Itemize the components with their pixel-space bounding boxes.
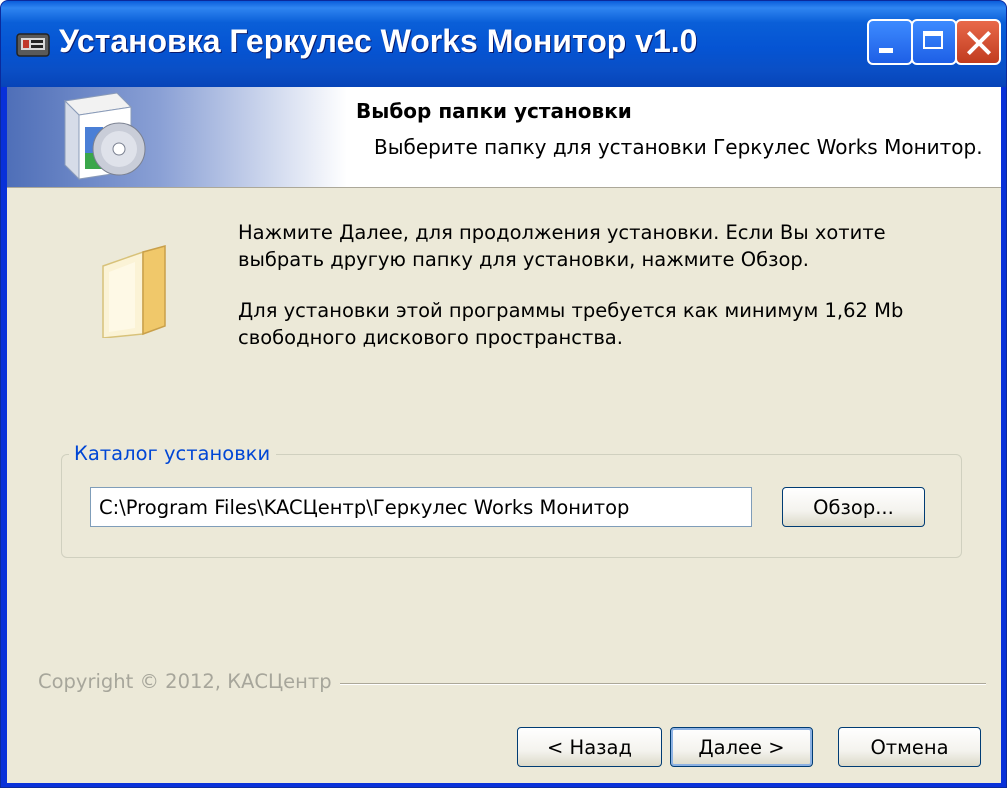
installer-window: Установка Геркулес Works Монитор v1.0 Вы…	[0, 0, 1007, 788]
close-button[interactable]	[955, 19, 1001, 65]
wizard-page: Нажмите Далее, для продолжения установки…	[7, 188, 1001, 783]
dialog-client-area: Выбор папки установки Выберите папку для…	[7, 87, 1001, 783]
installer-app-icon	[16, 33, 50, 57]
install-dir-input[interactable]	[90, 487, 752, 527]
software-box-icon	[63, 92, 146, 181]
folder-icon	[102, 245, 166, 338]
window-title: Установка Геркулес Works Монитор v1.0	[59, 23, 698, 59]
header-subtitle: Выберите папку для установки Геркулес Wo…	[374, 135, 983, 159]
copyright-text: Copyright © 2012, КАСЦентр	[38, 670, 340, 693]
instruction-line-2: выбрать другую папку для установки, нажм…	[238, 248, 809, 271]
cancel-button[interactable]: Отмена	[838, 727, 981, 767]
wizard-header: Выбор папки установки Выберите папку для…	[7, 87, 1001, 188]
space-required-line-2: свободного дискового пространства.	[238, 326, 623, 349]
next-button[interactable]: Далее >	[670, 727, 813, 767]
back-button[interactable]: < Назад	[517, 727, 662, 767]
space-required-text: Для установки этой программы требуется к…	[238, 297, 938, 351]
space-required-line-1: Для установки этой программы требуется к…	[238, 299, 904, 322]
title-bar[interactable]: Установка Геркулес Works Монитор v1.0	[1, 1, 1006, 87]
maximize-button[interactable]	[911, 19, 957, 65]
install-dir-group-label: Каталог установки	[69, 442, 277, 465]
browse-button[interactable]: Обзор...	[782, 487, 925, 527]
instruction-line-1: Нажмите Далее, для продолжения установки…	[238, 221, 886, 244]
instruction-text: Нажмите Далее, для продолжения установки…	[238, 219, 938, 273]
minimize-button[interactable]	[867, 19, 913, 65]
header-title: Выбор папки установки	[356, 99, 632, 123]
